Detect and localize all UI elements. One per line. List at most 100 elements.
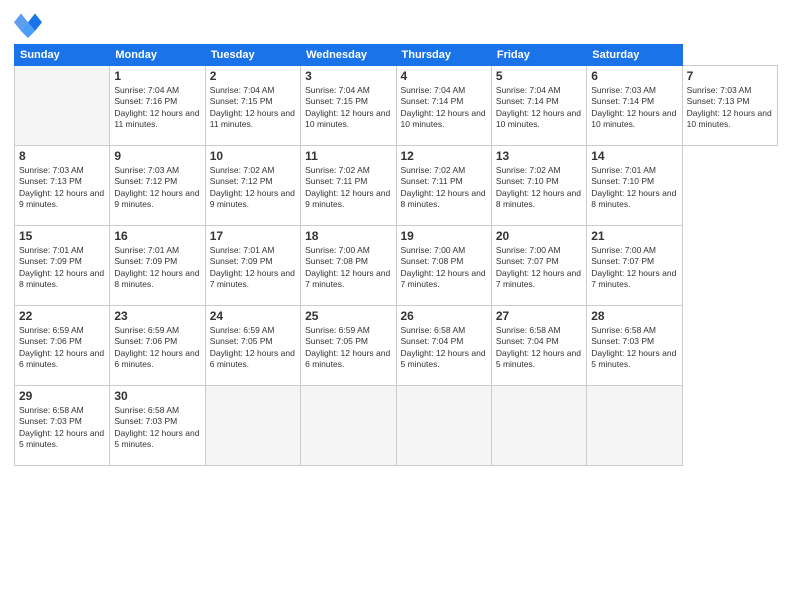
sunrise: Sunrise: 7:01 AM bbox=[210, 245, 275, 255]
sunrise: Sunrise: 6:59 AM bbox=[114, 325, 179, 335]
sunset: Sunset: 7:13 PM bbox=[19, 176, 82, 186]
table-row: 12 Sunrise: 7:02 AM Sunset: 7:11 PM Dayl… bbox=[396, 146, 491, 226]
day-number: 17 bbox=[210, 229, 296, 243]
table-row: 13 Sunrise: 7:02 AM Sunset: 7:10 PM Dayl… bbox=[491, 146, 586, 226]
daylight: Daylight: 12 hours and 9 minutes. bbox=[19, 188, 104, 209]
day-number: 5 bbox=[496, 69, 582, 83]
table-row: 18 Sunrise: 7:00 AM Sunset: 7:08 PM Dayl… bbox=[301, 226, 396, 306]
sunset: Sunset: 7:16 PM bbox=[114, 96, 177, 106]
table-row: 19 Sunrise: 7:00 AM Sunset: 7:08 PM Dayl… bbox=[396, 226, 491, 306]
daylight: Daylight: 12 hours and 6 minutes. bbox=[19, 348, 104, 369]
day-info: Sunrise: 7:03 AM Sunset: 7:13 PM Dayligh… bbox=[687, 85, 773, 131]
daylight: Daylight: 12 hours and 7 minutes. bbox=[496, 268, 581, 289]
daylight: Daylight: 12 hours and 6 minutes. bbox=[210, 348, 295, 369]
day-number: 8 bbox=[19, 149, 105, 163]
day-info: Sunrise: 7:03 AM Sunset: 7:14 PM Dayligh… bbox=[591, 85, 677, 131]
sunset: Sunset: 7:10 PM bbox=[496, 176, 559, 186]
day-info: Sunrise: 6:59 AM Sunset: 7:06 PM Dayligh… bbox=[114, 325, 200, 371]
daylight: Daylight: 12 hours and 10 minutes. bbox=[305, 108, 390, 129]
day-number: 7 bbox=[687, 69, 773, 83]
table-row: 6 Sunrise: 7:03 AM Sunset: 7:14 PM Dayli… bbox=[587, 66, 682, 146]
sunrise: Sunrise: 6:58 AM bbox=[401, 325, 466, 335]
day-info: Sunrise: 6:59 AM Sunset: 7:05 PM Dayligh… bbox=[210, 325, 296, 371]
col-sunday: Sunday bbox=[15, 45, 110, 66]
col-saturday: Saturday bbox=[587, 45, 682, 66]
table-row: 21 Sunrise: 7:00 AM Sunset: 7:07 PM Dayl… bbox=[587, 226, 682, 306]
sunset: Sunset: 7:04 PM bbox=[401, 336, 464, 346]
day-info: Sunrise: 7:00 AM Sunset: 7:08 PM Dayligh… bbox=[305, 245, 391, 291]
col-thursday: Thursday bbox=[396, 45, 491, 66]
day-info: Sunrise: 7:00 AM Sunset: 7:07 PM Dayligh… bbox=[496, 245, 582, 291]
sunrise: Sunrise: 6:58 AM bbox=[496, 325, 561, 335]
day-number: 25 bbox=[305, 309, 391, 323]
col-wednesday: Wednesday bbox=[301, 45, 396, 66]
sunset: Sunset: 7:11 PM bbox=[401, 176, 463, 186]
sunrise: Sunrise: 7:03 AM bbox=[687, 85, 752, 95]
sunrise: Sunrise: 6:59 AM bbox=[305, 325, 370, 335]
sunrise: Sunrise: 7:04 AM bbox=[496, 85, 561, 95]
calendar-week-row: 1 Sunrise: 7:04 AM Sunset: 7:16 PM Dayli… bbox=[15, 66, 778, 146]
day-info: Sunrise: 6:59 AM Sunset: 7:05 PM Dayligh… bbox=[305, 325, 391, 371]
sunrise: Sunrise: 7:02 AM bbox=[496, 165, 561, 175]
day-number: 13 bbox=[496, 149, 582, 163]
logo bbox=[14, 10, 46, 38]
sunset: Sunset: 7:06 PM bbox=[19, 336, 82, 346]
day-number: 30 bbox=[114, 389, 200, 403]
sunset: Sunset: 7:10 PM bbox=[591, 176, 654, 186]
table-row: 30 Sunrise: 6:58 AM Sunset: 7:03 PM Dayl… bbox=[110, 386, 205, 466]
sunrise: Sunrise: 7:02 AM bbox=[401, 165, 466, 175]
day-number: 1 bbox=[114, 69, 200, 83]
daylight: Daylight: 12 hours and 9 minutes. bbox=[114, 188, 199, 209]
daylight: Daylight: 12 hours and 7 minutes. bbox=[591, 268, 676, 289]
day-info: Sunrise: 7:02 AM Sunset: 7:11 PM Dayligh… bbox=[305, 165, 391, 211]
day-number: 16 bbox=[114, 229, 200, 243]
table-row: 15 Sunrise: 7:01 AM Sunset: 7:09 PM Dayl… bbox=[15, 226, 110, 306]
calendar-week-row: 15 Sunrise: 7:01 AM Sunset: 7:09 PM Dayl… bbox=[15, 226, 778, 306]
daylight: Daylight: 12 hours and 6 minutes. bbox=[305, 348, 390, 369]
table-row: 27 Sunrise: 6:58 AM Sunset: 7:04 PM Dayl… bbox=[491, 306, 586, 386]
empty-cell bbox=[15, 66, 110, 146]
daylight: Daylight: 12 hours and 5 minutes. bbox=[496, 348, 581, 369]
daylight: Daylight: 12 hours and 8 minutes. bbox=[401, 188, 486, 209]
day-info: Sunrise: 6:59 AM Sunset: 7:06 PM Dayligh… bbox=[19, 325, 105, 371]
day-number: 11 bbox=[305, 149, 391, 163]
day-info: Sunrise: 6:58 AM Sunset: 7:03 PM Dayligh… bbox=[591, 325, 677, 371]
day-info: Sunrise: 7:01 AM Sunset: 7:09 PM Dayligh… bbox=[210, 245, 296, 291]
day-number: 26 bbox=[401, 309, 487, 323]
day-number: 22 bbox=[19, 309, 105, 323]
day-number: 2 bbox=[210, 69, 296, 83]
daylight: Daylight: 12 hours and 5 minutes. bbox=[19, 428, 104, 449]
table-row bbox=[205, 386, 300, 466]
daylight: Daylight: 12 hours and 11 minutes. bbox=[210, 108, 295, 129]
day-number: 4 bbox=[401, 69, 487, 83]
table-row: 1 Sunrise: 7:04 AM Sunset: 7:16 PM Dayli… bbox=[110, 66, 205, 146]
sunrise: Sunrise: 6:58 AM bbox=[591, 325, 656, 335]
daylight: Daylight: 12 hours and 6 minutes. bbox=[114, 348, 199, 369]
day-info: Sunrise: 7:01 AM Sunset: 7:09 PM Dayligh… bbox=[19, 245, 105, 291]
page: Sunday Monday Tuesday Wednesday Thursday… bbox=[0, 0, 792, 612]
calendar-week-row: 29 Sunrise: 6:58 AM Sunset: 7:03 PM Dayl… bbox=[15, 386, 778, 466]
daylight: Daylight: 12 hours and 7 minutes. bbox=[305, 268, 390, 289]
day-number: 6 bbox=[591, 69, 677, 83]
sunrise: Sunrise: 7:03 AM bbox=[19, 165, 84, 175]
day-number: 29 bbox=[19, 389, 105, 403]
sunrise: Sunrise: 7:03 AM bbox=[114, 165, 179, 175]
table-row: 10 Sunrise: 7:02 AM Sunset: 7:12 PM Dayl… bbox=[205, 146, 300, 226]
table-row bbox=[396, 386, 491, 466]
day-number: 20 bbox=[496, 229, 582, 243]
day-number: 24 bbox=[210, 309, 296, 323]
col-tuesday: Tuesday bbox=[205, 45, 300, 66]
calendar-week-row: 22 Sunrise: 6:59 AM Sunset: 7:06 PM Dayl… bbox=[15, 306, 778, 386]
day-number: 12 bbox=[401, 149, 487, 163]
day-info: Sunrise: 7:00 AM Sunset: 7:07 PM Dayligh… bbox=[591, 245, 677, 291]
daylight: Daylight: 12 hours and 10 minutes. bbox=[496, 108, 581, 129]
daylight: Daylight: 12 hours and 5 minutes. bbox=[591, 348, 676, 369]
sunset: Sunset: 7:12 PM bbox=[114, 176, 177, 186]
sunset: Sunset: 7:03 PM bbox=[19, 416, 82, 426]
table-row: 24 Sunrise: 6:59 AM Sunset: 7:05 PM Dayl… bbox=[205, 306, 300, 386]
sunset: Sunset: 7:09 PM bbox=[114, 256, 177, 266]
sunset: Sunset: 7:15 PM bbox=[210, 96, 273, 106]
day-number: 28 bbox=[591, 309, 677, 323]
table-row: 3 Sunrise: 7:04 AM Sunset: 7:15 PM Dayli… bbox=[301, 66, 396, 146]
col-friday: Friday bbox=[491, 45, 586, 66]
